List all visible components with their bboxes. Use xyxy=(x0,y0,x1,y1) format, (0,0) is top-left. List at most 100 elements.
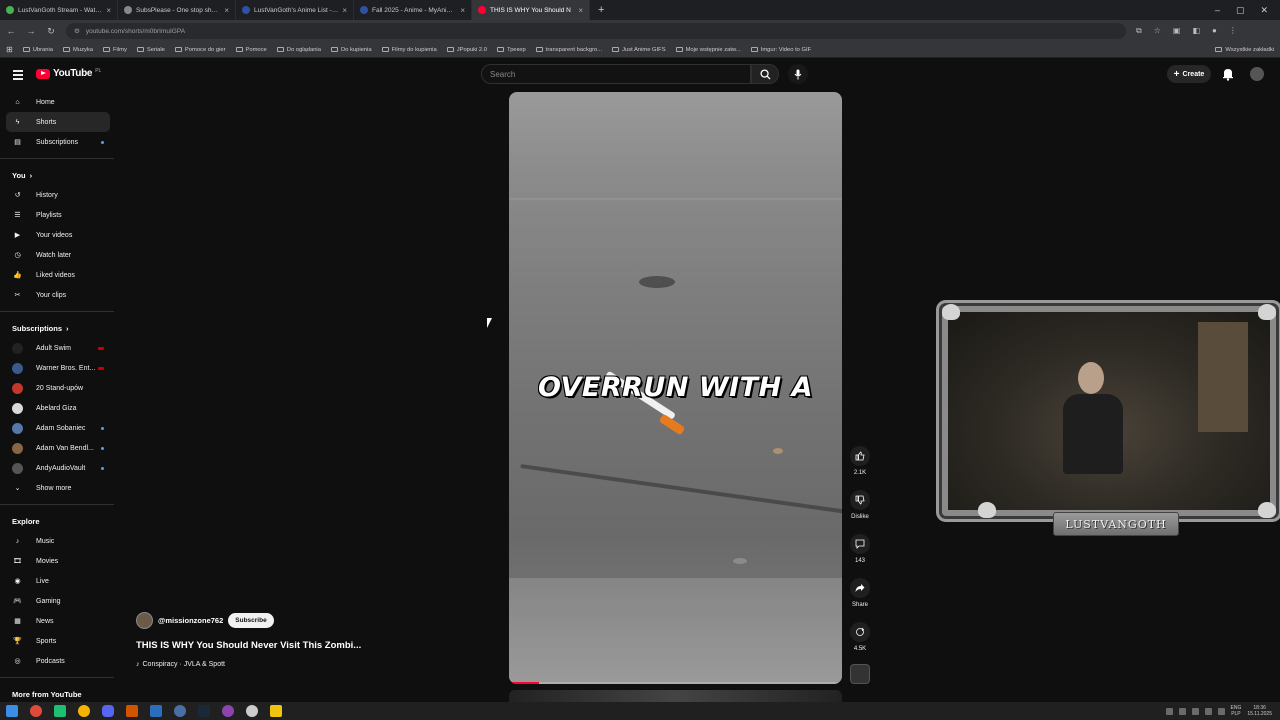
language-indicator[interactable]: ENG PLP xyxy=(1231,705,1242,717)
sidebar-item-shorts[interactable]: ϟ Shorts xyxy=(6,112,110,132)
sidebar-subscription-item[interactable]: 20 Stand-upów xyxy=(6,378,110,398)
tab-close-icon[interactable]: × xyxy=(460,6,465,15)
tab-close-icon[interactable]: × xyxy=(106,6,111,15)
browser-tab[interactable]: Fall 2025 - Anime - MyAnimeLi × xyxy=(354,0,472,20)
sidebar-item-your-clips[interactable]: ✂ Your clips xyxy=(6,285,110,305)
bookmark-item[interactable]: JPopuki 2.0 xyxy=(446,47,487,53)
app-taskbar-icon[interactable] xyxy=(150,705,162,717)
tab-close-icon[interactable]: × xyxy=(578,6,583,15)
sidebar-item-subscriptions[interactable]: ▤ Subscriptions xyxy=(6,132,110,152)
browser-tab[interactable]: THIS IS WHY You Should N × xyxy=(472,0,590,20)
music-link[interactable]: ♪ Conspiracy · JVLA & Spott xyxy=(136,661,225,668)
sidebar-subscription-item[interactable]: AndyAudioVault xyxy=(6,458,110,478)
notifications-bell-icon[interactable] xyxy=(1221,67,1235,81)
profile-icon[interactable]: ● xyxy=(1212,26,1217,36)
app-taskbar-icon[interactable] xyxy=(222,705,234,717)
bookmark-item[interactable]: Just Anime GIFS xyxy=(612,47,666,53)
tray-icon[interactable] xyxy=(1204,707,1212,715)
sidebar-item-liked-videos[interactable]: 👍 Liked videos xyxy=(6,265,110,285)
sidebar-item-playlists[interactable]: ☰ Playlists xyxy=(6,205,110,225)
all-bookmarks-link[interactable]: Wszystkie zakładki xyxy=(1215,47,1274,53)
sidebar-item-home[interactable]: ⌂ Home xyxy=(6,92,110,112)
app-taskbar-icon[interactable] xyxy=(54,705,66,717)
subscribe-button[interactable]: Subscribe xyxy=(228,613,274,628)
clock[interactable]: 18:36 15.11.2025 xyxy=(1247,705,1272,717)
shorts-video-player[interactable]: OVERRUN WITH A xyxy=(509,92,842,684)
channel-avatar[interactable] xyxy=(136,612,153,629)
bookmark-item[interactable]: Imgur: Video to GIF xyxy=(750,47,811,53)
new-tab-button[interactable]: + xyxy=(590,4,612,16)
voice-search-button[interactable] xyxy=(788,64,808,84)
app-taskbar-icon[interactable] xyxy=(126,705,138,717)
bookmark-item[interactable]: Seriale xyxy=(136,47,165,53)
sidebar-subscription-item[interactable]: Abelard Giza xyxy=(6,398,110,418)
sidebar-item-sports[interactable]: 🏆 Sports xyxy=(6,631,110,651)
bookmark-item[interactable]: Pomoce do gier xyxy=(174,47,226,53)
tray-icon[interactable] xyxy=(1191,707,1199,715)
account-avatar[interactable] xyxy=(1250,67,1264,81)
back-icon[interactable]: ← xyxy=(6,26,16,36)
short-title[interactable]: THIS IS WHY You Should Never Visit This … xyxy=(136,640,361,651)
bookmark-item[interactable]: Moje wstępnie zatw... xyxy=(675,47,741,53)
create-button[interactable]: + Create xyxy=(1167,65,1211,83)
you-section-header[interactable]: You › xyxy=(0,165,116,185)
browser-tab[interactable]: SubsPlease - One stop shop fo × xyxy=(118,0,236,20)
apps-grid-icon[interactable]: ⊞ xyxy=(6,45,13,54)
sidebar-subscription-item[interactable]: Adult Swim xyxy=(6,338,110,358)
sidebar-item-history[interactable]: ↺ History xyxy=(6,185,110,205)
install-icon[interactable]: ⧉ xyxy=(1136,26,1142,36)
share-button[interactable]: Share xyxy=(845,578,875,622)
dislike-button[interactable]: Dislike xyxy=(845,490,875,534)
tray-icon[interactable] xyxy=(1178,707,1186,715)
video-progress-bar[interactable] xyxy=(509,682,842,684)
like-button[interactable]: 2.1K xyxy=(845,446,875,490)
windows-start-icon[interactable] xyxy=(6,705,18,717)
remix-button[interactable]: 4.5K xyxy=(845,622,875,666)
app-taskbar-icon[interactable] xyxy=(174,705,186,717)
sidebar-item-watch-later[interactable]: ◷ Watch later xyxy=(6,245,110,265)
extension-icon[interactable]: ▣ xyxy=(1173,26,1181,36)
sidebar-item-gaming[interactable]: 🎮 Gaming xyxy=(6,591,110,611)
next-short-preview[interactable] xyxy=(509,690,842,702)
bookmark-item[interactable]: Трекер xyxy=(496,47,526,53)
bookmark-star-icon[interactable]: ☆ xyxy=(1154,26,1161,36)
sidebar-item-live[interactable]: ◉ Live xyxy=(6,571,110,591)
bookmark-item[interactable]: transparent backgro... xyxy=(535,47,602,53)
tab-close-icon[interactable]: × xyxy=(342,6,347,15)
youtube-logo[interactable]: YouTube PL xyxy=(36,68,101,79)
maximize-icon[interactable]: ▢ xyxy=(1236,5,1245,16)
bookmark-item[interactable]: Do oglądania xyxy=(276,47,321,53)
sidebar-subscription-item[interactable]: Warner Bros. Ent... xyxy=(6,358,110,378)
forward-icon[interactable]: → xyxy=(26,26,36,36)
tab-close-icon[interactable]: × xyxy=(224,6,229,15)
app-taskbar-icon[interactable] xyxy=(78,705,90,717)
sidebar-subscription-item[interactable]: Adam Sobaniec xyxy=(6,418,110,438)
browser-tab[interactable]: LustVanGoth Stream - Watch Li × xyxy=(0,0,118,20)
comments-button[interactable]: 143 xyxy=(845,534,875,578)
show-more-button[interactable]: ⌄ Show more xyxy=(6,478,110,498)
steam-taskbar-icon[interactable] xyxy=(198,705,210,717)
app-taskbar-icon[interactable] xyxy=(246,705,258,717)
file-explorer-icon[interactable] xyxy=(270,705,282,717)
url-field[interactable]: ⚙ youtube.com/shorts/m0brImuIGPA xyxy=(66,23,1126,39)
bookmark-item[interactable]: Filmy xyxy=(103,47,127,53)
bookmark-item[interactable]: Do kupienia xyxy=(330,47,372,53)
discord-taskbar-icon[interactable] xyxy=(102,705,114,717)
sidebar-item-music[interactable]: ♪ Music xyxy=(6,531,110,551)
volume-icon[interactable] xyxy=(1217,707,1225,715)
sidebar-item-your-videos[interactable]: ▶ Your videos xyxy=(6,225,110,245)
browser-tab[interactable]: LustVanGoth's Anime List - My × xyxy=(236,0,354,20)
chrome-taskbar-icon[interactable] xyxy=(30,705,42,717)
search-input[interactable]: Search xyxy=(481,64,751,84)
bookmark-item[interactable]: Ubrania xyxy=(22,47,53,53)
close-window-icon[interactable]: ✕ xyxy=(1260,5,1268,16)
reload-icon[interactable]: ↻ xyxy=(46,26,56,37)
bookmark-item[interactable]: Pomoce xyxy=(235,47,267,53)
site-info-icon[interactable]: ⚙ xyxy=(74,27,80,35)
sound-thumbnail[interactable] xyxy=(850,664,870,684)
guide-menu-button[interactable] xyxy=(13,70,23,82)
minimize-icon[interactable]: – xyxy=(1215,5,1220,16)
extensions-puzzle-icon[interactable]: ◧ xyxy=(1192,26,1200,36)
bookmark-item[interactable]: Muzyka xyxy=(63,47,93,53)
sidebar-item-podcasts[interactable]: ◎ Podcasts xyxy=(6,651,110,671)
